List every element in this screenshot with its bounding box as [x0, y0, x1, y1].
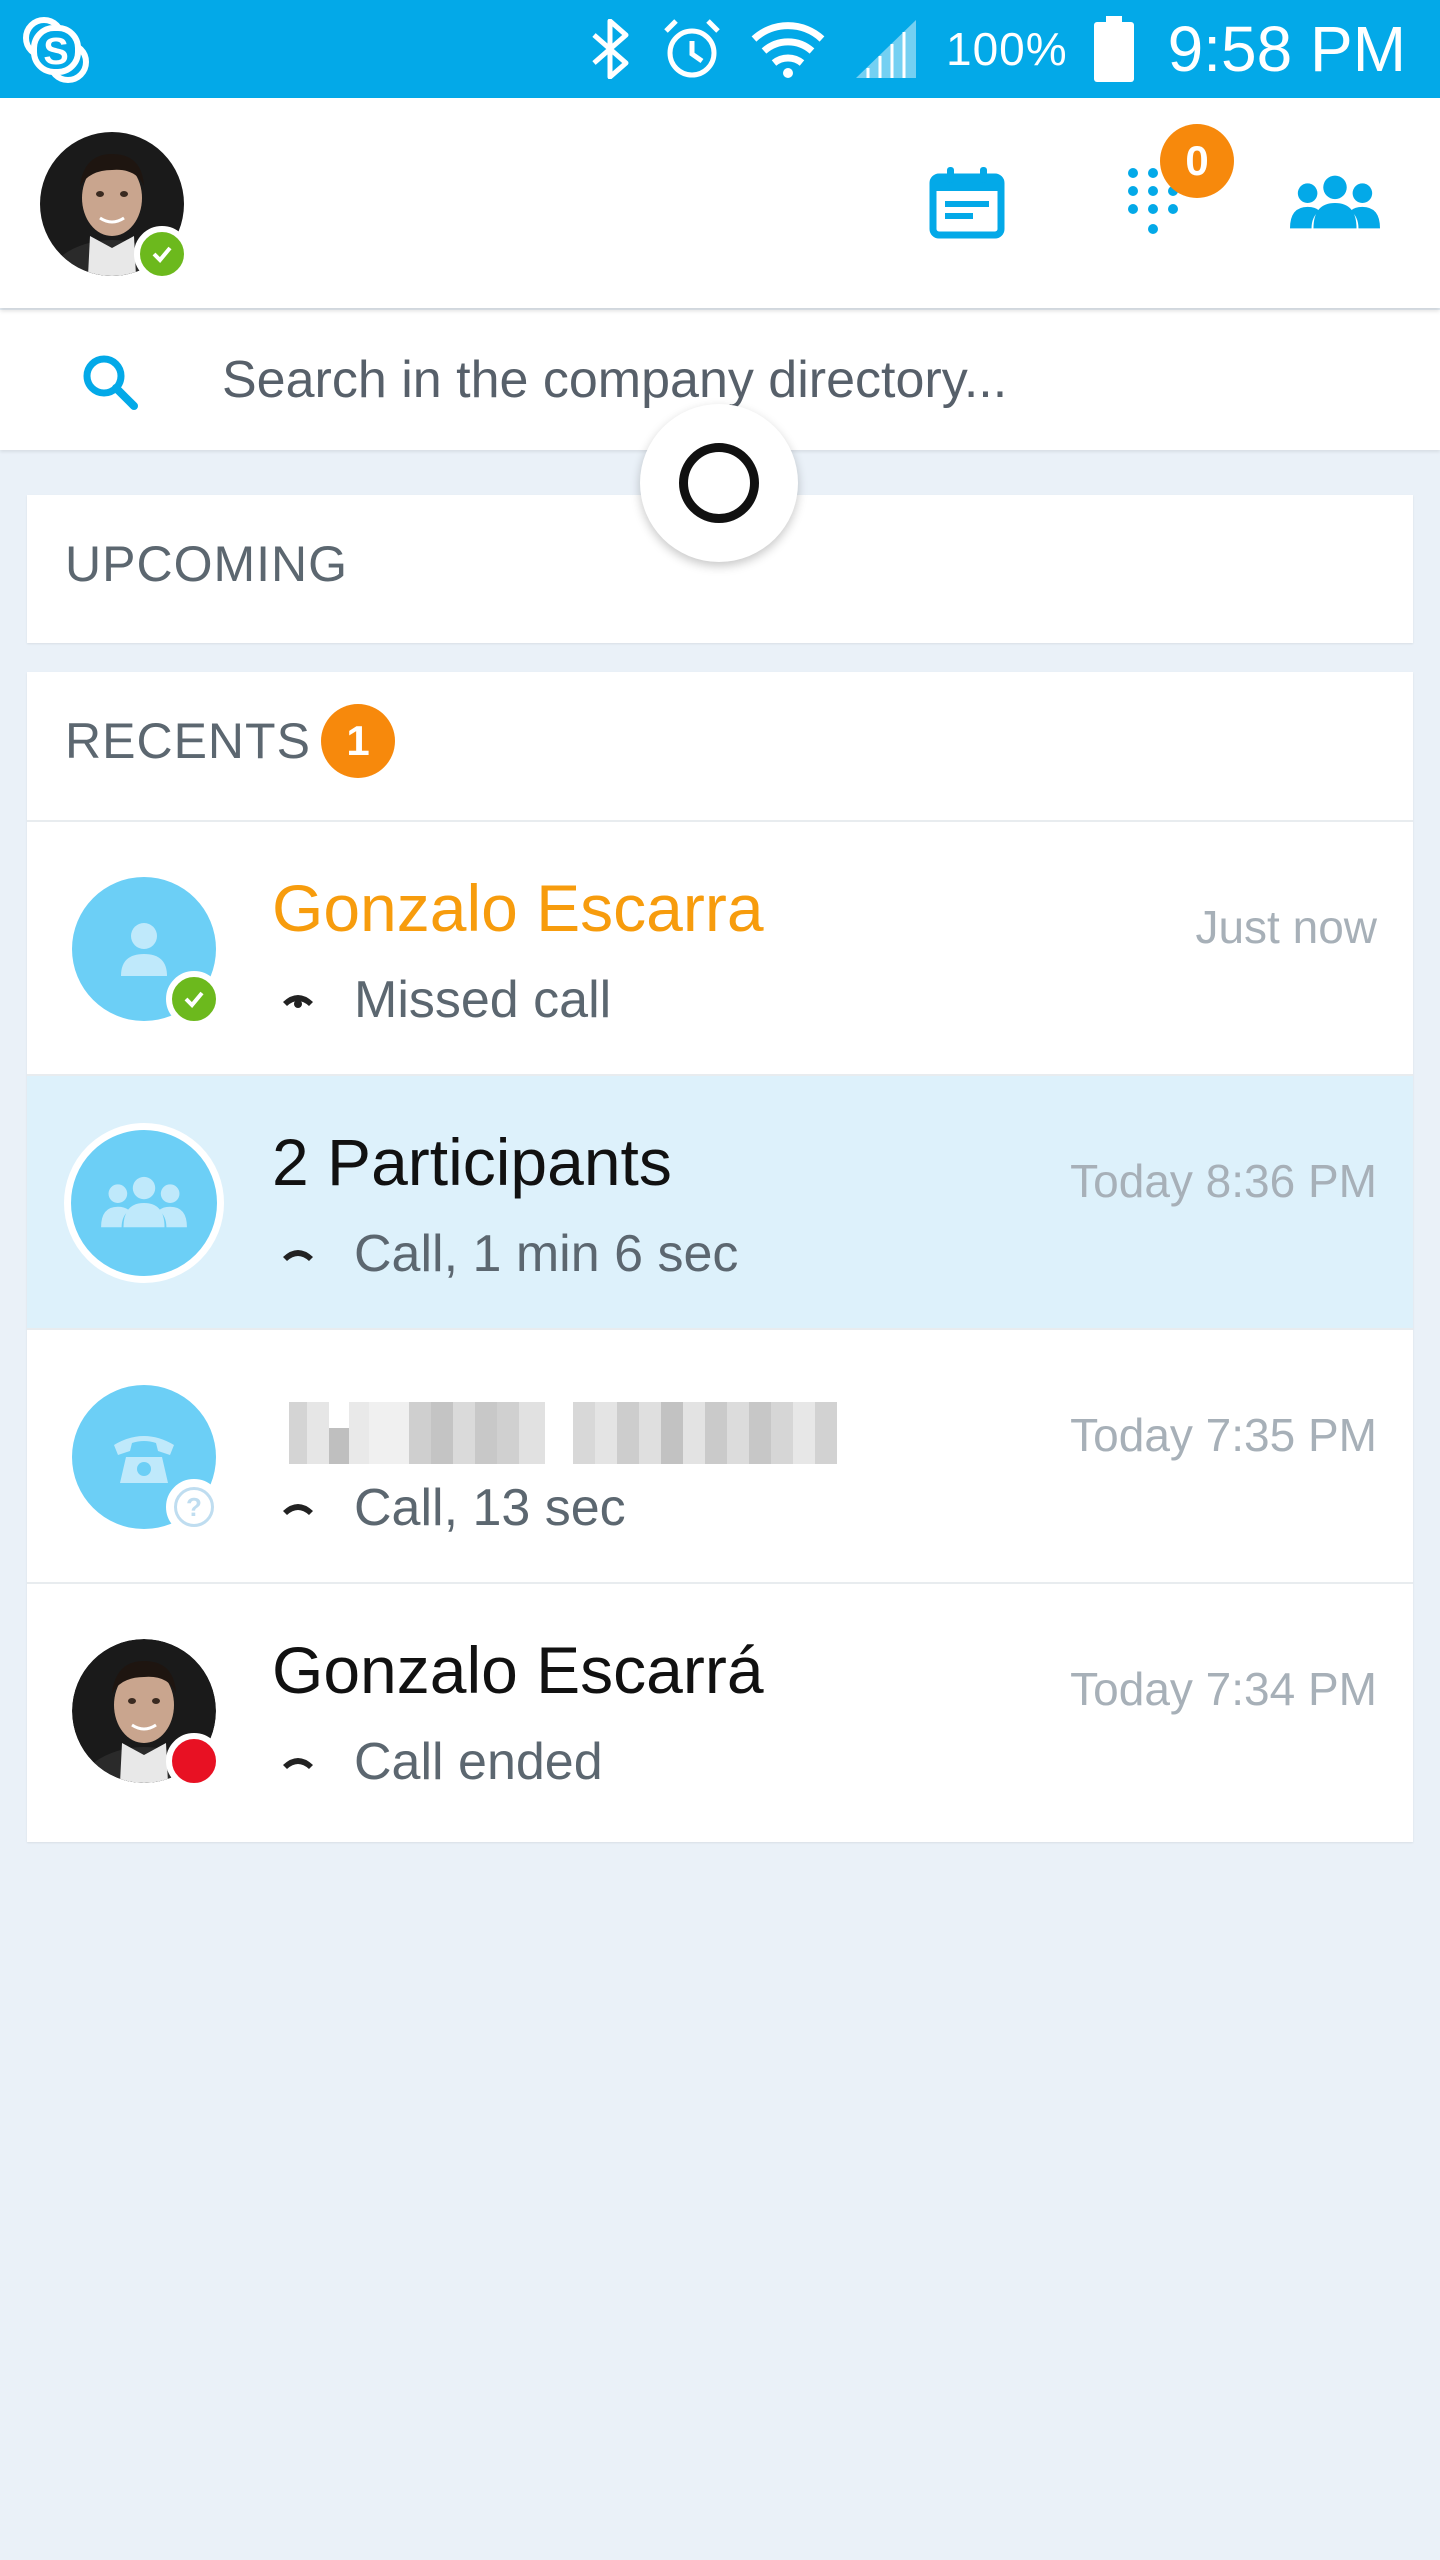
- recents-count-badge: 1: [321, 704, 395, 778]
- recents-title: RECENTS: [65, 713, 311, 769]
- redacted-contact-name: [289, 1402, 899, 1464]
- app-bar: 0: [0, 98, 1440, 308]
- contact-avatar: [72, 877, 222, 1027]
- recent-item[interactable]: Gonzalo Escarra Just now Missed call: [27, 822, 1413, 1076]
- contact-avatar: [72, 1639, 222, 1789]
- ring-icon: [679, 443, 759, 523]
- presence-available-badge: [134, 226, 190, 282]
- my-avatar[interactable]: [40, 132, 190, 282]
- people-icon: [1290, 175, 1380, 229]
- calendar-icon: [929, 167, 1005, 239]
- call-icon: [276, 1486, 320, 1530]
- presence-busy-badge: [166, 1733, 222, 1789]
- upcoming-title: UPCOMING: [65, 536, 348, 592]
- clock: 9:58 PM: [1167, 13, 1406, 85]
- phone-icon: [114, 1436, 174, 1483]
- alarm-icon: [660, 17, 724, 81]
- call-detail: Call ended: [354, 1733, 603, 1791]
- battery-percent: 100%: [946, 23, 1068, 75]
- signal-icon: [852, 18, 920, 80]
- wifi-icon: [750, 19, 826, 79]
- call-icon: [276, 1740, 320, 1784]
- status-bar: S 100% 9:58 PM: [0, 0, 1440, 98]
- conversation-name: 2 Participants: [272, 1125, 672, 1199]
- missed-call-icon: [276, 978, 320, 1022]
- contact-name: Gonzalo Escarrá: [272, 1633, 764, 1707]
- recent-item[interactable]: ? Today 7:35 PM Call, 13 sec: [27, 1330, 1413, 1584]
- contact-name: Gonzalo Escarra: [272, 871, 764, 945]
- call-time: Just now: [1195, 901, 1377, 953]
- bluetooth-icon: [588, 19, 634, 79]
- meetings-button[interactable]: [922, 158, 1012, 248]
- contacts-button[interactable]: [1290, 158, 1380, 248]
- presence-unknown-badge: ?: [166, 1479, 222, 1535]
- call-time: Today 7:34 PM: [1070, 1663, 1377, 1715]
- search-input[interactable]: [222, 340, 1372, 420]
- floating-circle-button[interactable]: [640, 404, 798, 562]
- recents-section: RECENTS 1 Gonzalo Escarra Just now Misse…: [27, 672, 1413, 1842]
- battery-icon: [1093, 16, 1134, 82]
- recent-item[interactable]: Gonzalo Escarrá Today 7:34 PM Call ended: [27, 1584, 1413, 1838]
- group-avatar: [64, 1123, 224, 1283]
- call-detail: Call, 1 min 6 sec: [354, 1225, 739, 1283]
- search-icon[interactable]: [80, 352, 140, 412]
- dialpad-count-badge: 0: [1160, 124, 1234, 198]
- person-icon: [121, 923, 167, 976]
- group-icon: [101, 1176, 187, 1228]
- call-time: Today 7:35 PM: [1070, 1409, 1377, 1461]
- call-time: Today 8:36 PM: [1070, 1155, 1377, 1207]
- call-detail: Missed call: [354, 971, 612, 1029]
- recent-item[interactable]: 2 Participants Today 8:36 PM Call, 1 min…: [27, 1076, 1413, 1330]
- phone-avatar: ?: [72, 1385, 222, 1535]
- call-icon: [276, 1232, 320, 1276]
- call-detail: Call, 13 sec: [354, 1479, 626, 1537]
- presence-available-badge: [166, 971, 222, 1027]
- svg-text:S: S: [43, 31, 68, 73]
- skype-notification-icon: S: [20, 14, 92, 86]
